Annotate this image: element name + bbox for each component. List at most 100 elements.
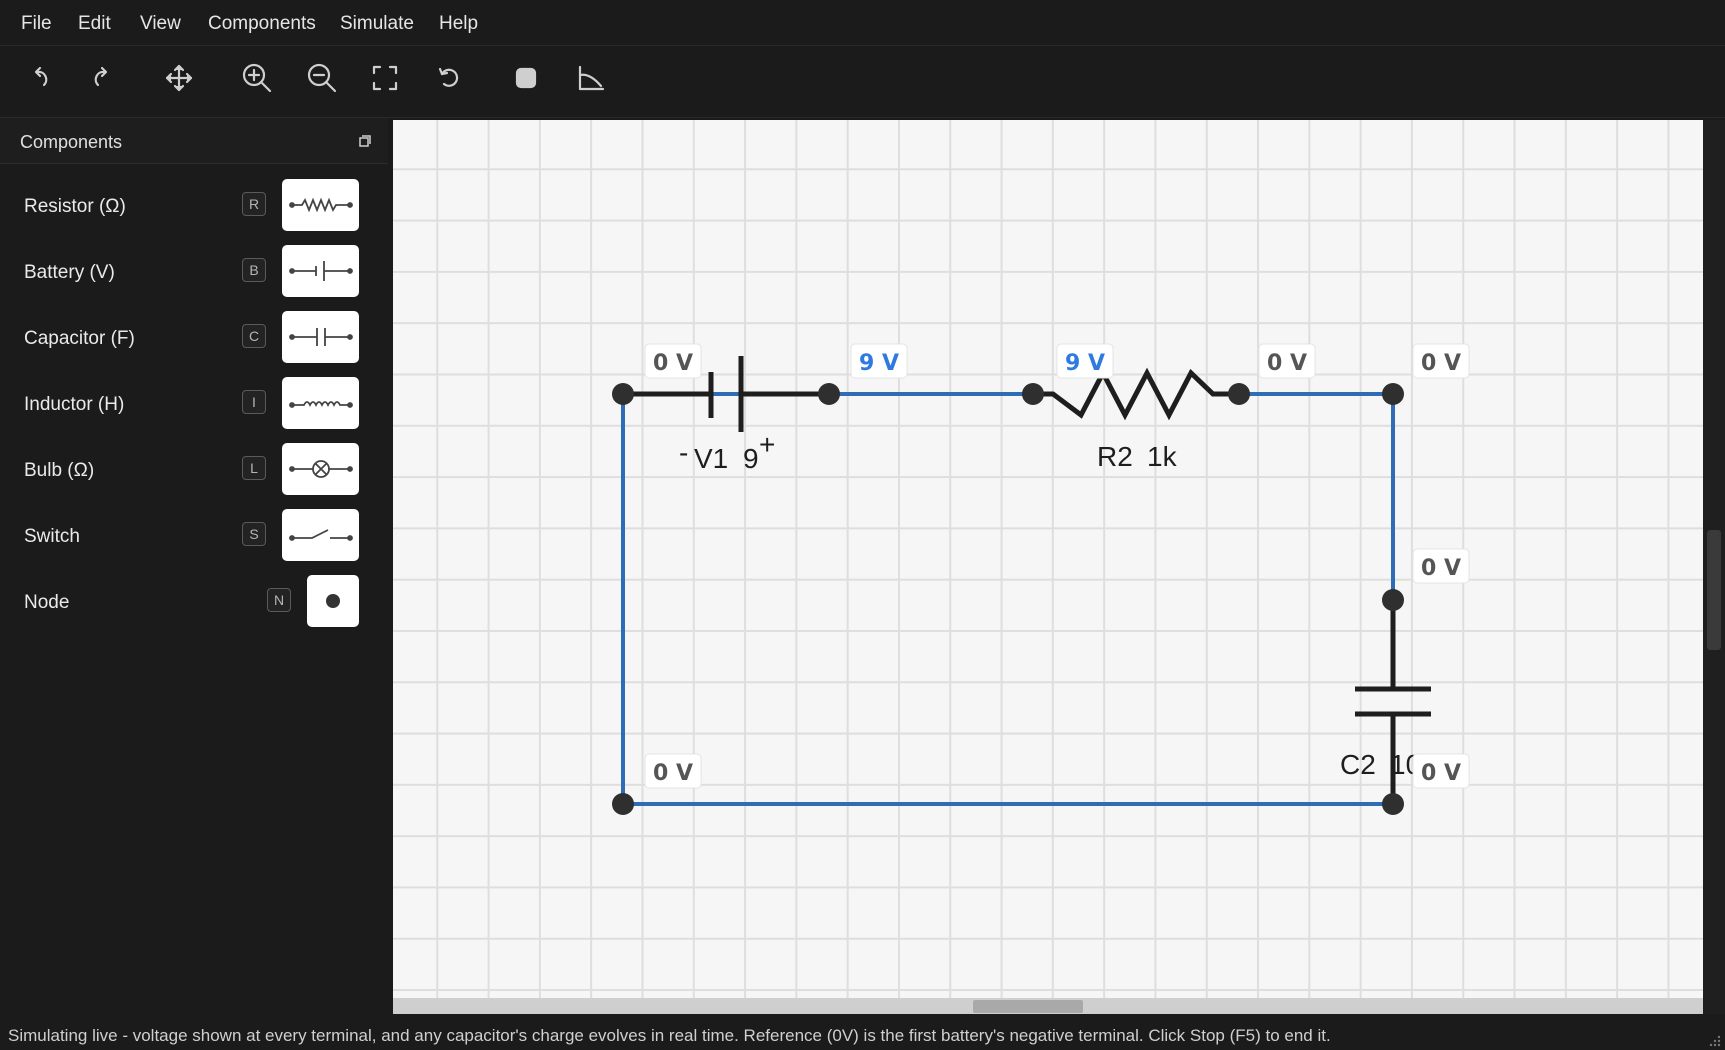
resistor-preview[interactable] [282,179,359,231]
stop-button[interactable] [506,58,546,98]
voltage-label: 9 V [850,343,908,379]
menu-bar: File Edit View Components Simulate Help [0,0,1725,46]
voltage-label: 9 V [1056,343,1114,379]
voltage-label: 0 V [1412,343,1470,379]
terminal-node[interactable] [612,383,634,405]
redo-icon [94,66,108,87]
reset-view-button[interactable] [429,58,469,98]
menu-simulate[interactable]: Simulate [340,13,414,35]
fit-view-button[interactable] [365,58,405,98]
bulb-preview[interactable] [282,443,359,495]
voltage-resistor-right: 0 V [1267,351,1307,376]
battery-value: 9 [743,443,759,474]
component-inductor[interactable]: Inductor (H) I [0,374,388,434]
terminal-node[interactable] [818,383,840,405]
terminals [612,383,1404,815]
component-label: Capacitor (F) [24,328,135,349]
undo-button[interactable] [20,58,60,98]
battery-neg-sign: - [679,437,688,468]
terminal-node[interactable] [1382,383,1404,405]
resistor-name: R2 [1097,441,1133,472]
component-label: Battery (V) [24,262,115,283]
status-text: Simulating live - voltage shown at every… [8,1026,1331,1045]
menu-components[interactable]: Components [208,13,316,35]
zoom-in-icon [242,63,272,93]
resistor-symbol-icon [288,197,353,213]
pan-button[interactable] [159,58,199,98]
menu-view[interactable]: View [140,13,181,35]
capacitor-symbol-icon [288,328,353,346]
component-label: Node [24,592,70,613]
terminal-node[interactable] [1382,793,1404,815]
component-resistor[interactable]: Resistor (Ω) R [0,176,388,236]
menu-help[interactable]: Help [439,13,478,35]
components-panel: Components Resistor (Ω) R Battery (V) B … [0,118,388,1018]
vertical-scroll-thumb[interactable] [1707,530,1721,650]
pan-icon [165,64,193,92]
voltage-cap-top: 0 V [1421,556,1461,581]
fit-view-icon [372,65,398,91]
resistor-value: 1k [1147,441,1178,472]
component-label: Resistor (Ω) [24,196,126,217]
inductor-symbol-icon [288,401,353,408]
battery-preview[interactable] [282,245,359,297]
resize-grip-icon[interactable] [1709,1035,1721,1047]
restore-panel-icon[interactable] [358,134,372,148]
circuit-diagram: - V1 9 + R2 1k C2 10 0 V 9 V 9 V 0 V 0 V… [612,343,1470,815]
menu-file[interactable]: File [21,13,52,35]
horizontal-scroll-thumb[interactable] [973,1000,1083,1013]
voltage-top-right: 0 V [1421,351,1461,376]
voltage-label: 0 V [1258,343,1316,379]
voltage-resistor-left: 9 V [1065,351,1105,376]
menu-edit[interactable]: Edit [78,13,111,35]
status-bar: Simulating live - voltage shown at every… [0,1018,1725,1050]
battery-pos-sign: + [759,429,775,460]
switch-preview[interactable] [282,509,359,561]
stop-icon [515,67,537,89]
voltage-label: 0 V [1412,548,1470,584]
redo-button[interactable] [82,58,122,98]
component-switch[interactable]: Switch S [0,506,388,566]
component-bulb[interactable]: Bulb (Ω) L [0,440,388,500]
resistor-r2[interactable] [1033,367,1233,421]
graph-button[interactable] [571,58,611,98]
inductor-preview[interactable] [282,377,359,429]
terminal-node[interactable] [1022,383,1044,405]
node-symbol-icon [326,594,340,608]
components-panel-header: Components [0,118,388,164]
component-label: Switch [24,526,80,547]
zoom-out-button[interactable] [302,58,342,98]
component-capacitor[interactable]: Capacitor (F) C [0,308,388,368]
zoom-in-button[interactable] [237,58,277,98]
voltage-label: 0 V [644,753,702,789]
voltage-battery-neg: 0 V [653,351,693,376]
undo-icon [34,66,48,87]
toolbar [0,46,1725,118]
shortcut-key: R [242,192,266,216]
vertical-scrollbar[interactable] [1703,120,1725,1014]
graph-icon [578,65,605,91]
shortcut-key: N [267,588,291,612]
switch-symbol-icon [288,529,353,541]
component-battery[interactable]: Battery (V) B [0,242,388,302]
voltage-bottom-left: 0 V [653,761,693,786]
component-node[interactable]: Node N [0,572,388,632]
voltage-battery-pos: 9 V [859,351,899,376]
capacitor-preview[interactable] [282,311,359,363]
terminal-node[interactable] [1228,383,1250,405]
terminal-node[interactable] [612,793,634,815]
component-label: Bulb (Ω) [24,460,95,481]
terminal-node[interactable] [1382,589,1404,611]
components-panel-title: Components [20,132,123,152]
bulb-symbol-icon [288,460,353,478]
voltage-label: 0 V [644,343,702,379]
circuit-canvas[interactable]: - V1 9 + R2 1k C2 10 0 V 9 V 9 V 0 V 0 V… [393,120,1703,1000]
reset-view-icon [438,67,459,87]
shortcut-key: I [242,390,266,414]
horizontal-scrollbar[interactable] [393,998,1703,1014]
battery-name: V1 [694,443,728,474]
node-preview[interactable] [307,575,359,627]
capacitor-name: C2 [1340,749,1376,780]
shortcut-key: S [242,522,266,546]
voltage-label: 0 V [1412,753,1470,789]
